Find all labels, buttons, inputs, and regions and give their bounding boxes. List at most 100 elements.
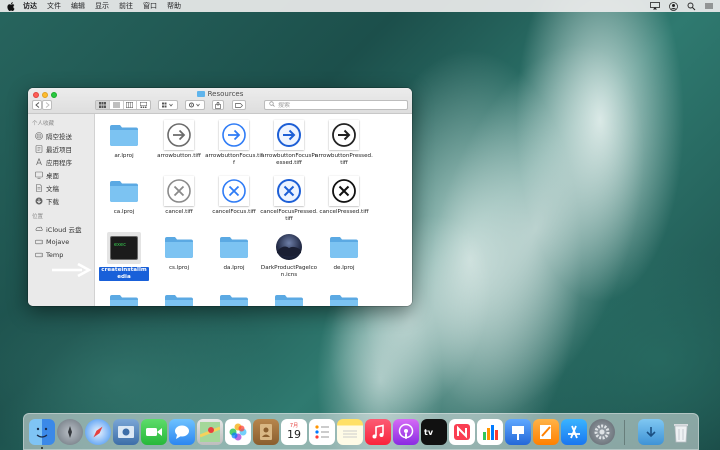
file-label-selected: createinstallmedia	[99, 267, 149, 281]
notes-dock-icon[interactable]	[337, 419, 363, 445]
file-item-cs-lproj[interactable]: cs.lproj	[151, 232, 207, 272]
safari-dock-icon[interactable]	[85, 419, 111, 445]
file-item-dark-product-page-icon[interactable]: DarkProductPageIcon.icns	[261, 232, 317, 279]
file-item-cancel[interactable]: cancel.tiff	[151, 176, 207, 216]
facetime-dock-icon[interactable]	[141, 419, 167, 445]
menu-file[interactable]: 文件	[47, 1, 61, 11]
sidebar-item-documents[interactable]: 文稿	[28, 181, 94, 194]
news-dock-icon[interactable]	[449, 419, 475, 445]
airdrop-icon	[35, 131, 43, 140]
icon-view-button[interactable]	[96, 101, 110, 109]
file-label: ar.lproj	[114, 153, 134, 159]
messages-dock-icon[interactable]	[169, 419, 195, 445]
search-input[interactable]	[278, 101, 398, 109]
file-item-partial[interactable]	[206, 290, 262, 306]
menu-window[interactable]: 窗口	[143, 1, 157, 11]
keynote-dock-icon[interactable]	[505, 419, 531, 445]
gallery-view-button[interactable]	[137, 101, 150, 109]
airplay-icon[interactable]	[650, 2, 660, 11]
back-button[interactable]	[32, 100, 42, 110]
finder-dock-icon[interactable]	[29, 419, 55, 445]
arrow-annotation-icon	[52, 262, 92, 278]
pages-dock-icon[interactable]	[533, 419, 559, 445]
dock-separator	[624, 420, 625, 445]
file-item-arrowbutton[interactable]: arrowbutton.tiff	[151, 120, 207, 160]
photos-dock-icon[interactable]	[225, 419, 251, 445]
file-item-arrowbutton-pressed[interactable]: arrowbuttonPressed.tiff	[315, 120, 373, 167]
cancel-pressed-icon	[329, 176, 359, 206]
window-title-label: Resources	[207, 90, 244, 98]
menu-edit[interactable]: 编辑	[71, 1, 85, 11]
list-view-button[interactable]	[110, 101, 124, 109]
folder-icon	[164, 232, 194, 262]
system-preferences-dock-icon[interactable]	[589, 419, 615, 445]
app-store-dock-icon[interactable]	[561, 419, 587, 445]
file-item-createinstallmedia[interactable]: exec createinstallmedia	[96, 232, 152, 281]
cancel-focus-pressed-icon	[274, 176, 304, 206]
menu-finder[interactable]: 访达	[23, 1, 37, 11]
user-icon[interactable]	[668, 1, 678, 11]
file-item-cancel-pressed[interactable]: cancelPressed.tiff	[316, 176, 372, 216]
folder-icon	[109, 290, 139, 306]
file-item-arrowbutton-focus-pressed[interactable]: arrowbuttonFocusPressed.tiff	[261, 120, 317, 167]
apple-icon[interactable]	[6, 1, 15, 11]
search-field[interactable]	[264, 100, 408, 110]
share-button[interactable]	[212, 100, 224, 110]
forward-button[interactable]	[42, 100, 52, 110]
reminders-dock-icon[interactable]	[309, 419, 335, 445]
image-capture-dock-icon[interactable]	[113, 419, 139, 445]
downloads-stack-dock-icon[interactable]	[638, 419, 664, 445]
group-by-button[interactable]	[158, 100, 178, 110]
applications-icon	[35, 157, 43, 166]
file-item-de-lproj[interactable]: de.lproj	[316, 232, 372, 272]
music-dock-icon[interactable]	[365, 419, 391, 445]
svg-text:tv: tv	[424, 428, 434, 437]
sidebar-item-airdrop[interactable]: 隔空投送	[28, 129, 94, 142]
window-title: Resources	[28, 90, 412, 98]
control-center-icon[interactable]	[704, 2, 714, 11]
file-grid: ar.lproj arrowbutton.tiff arrowbuttonFoc…	[95, 114, 412, 306]
contacts-dock-icon[interactable]	[253, 419, 279, 445]
menu-help[interactable]: 帮助	[167, 1, 181, 11]
running-indicator	[41, 447, 43, 449]
file-item-cancel-focus-pressed[interactable]: cancelFocusPressed.tiff	[260, 176, 318, 223]
window-toolbar: Resources	[28, 88, 412, 114]
column-view-button[interactable]	[124, 101, 138, 109]
sidebar-item-mojave[interactable]: Mojave	[28, 235, 94, 248]
recents-icon	[35, 144, 43, 153]
file-item-ar-lproj[interactable]: ar.lproj	[96, 120, 152, 160]
svg-text:exec: exec	[114, 242, 126, 248]
sidebar-item-icloud[interactable]: iCloud 云盘	[28, 222, 94, 235]
file-item-partial[interactable]	[151, 290, 207, 306]
numbers-dock-icon[interactable]	[477, 419, 503, 445]
sidebar-item-recents[interactable]: 最近项目	[28, 142, 94, 155]
action-menu-button[interactable]	[185, 100, 205, 110]
file-label: arrowbuttonFocusPressed.tiff	[261, 153, 317, 166]
file-label: arrowbutton.tiff	[157, 153, 201, 159]
launchpad-dock-icon[interactable]	[57, 419, 83, 445]
podcasts-dock-icon[interactable]	[393, 419, 419, 445]
maps-dock-icon[interactable]	[197, 419, 223, 445]
sidebar-item-applications[interactable]: 应用程序	[28, 155, 94, 168]
sidebar-item-temp[interactable]: Temp	[28, 248, 94, 261]
sidebar-item-downloads[interactable]: 下载	[28, 194, 94, 207]
file-item-cancel-focus[interactable]: cancelFocus.tiff	[206, 176, 262, 216]
tag-button[interactable]	[232, 100, 246, 110]
menu-go[interactable]: 前往	[119, 1, 133, 11]
file-item-da-lproj[interactable]: da.lproj	[206, 232, 262, 272]
apple-tv-dock-icon[interactable]: tv	[421, 419, 447, 445]
file-item-partial[interactable]	[316, 290, 372, 306]
arrow-circle-pressed-icon	[329, 120, 359, 150]
file-item-arrowbutton-focus[interactable]: arrowbuttonFocus.tiff	[205, 120, 263, 167]
sidebar-item-desktop[interactable]: 桌面	[28, 168, 94, 181]
trash-dock-icon[interactable]	[668, 419, 694, 445]
downloads-icon	[35, 197, 43, 205]
file-item-ca-lproj[interactable]: ca.lproj	[96, 176, 152, 216]
menu-view[interactable]: 显示	[95, 1, 109, 11]
search-icon[interactable]	[686, 2, 696, 11]
sidebar-item-label: 隔空投送	[46, 132, 72, 141]
file-item-partial[interactable]	[261, 290, 317, 306]
file-item-partial[interactable]	[96, 290, 152, 306]
calendar-dock-icon[interactable]: 7月 19	[281, 419, 307, 445]
menu-bar: 访达 文件 编辑 显示 前往 窗口 帮助	[0, 0, 720, 12]
